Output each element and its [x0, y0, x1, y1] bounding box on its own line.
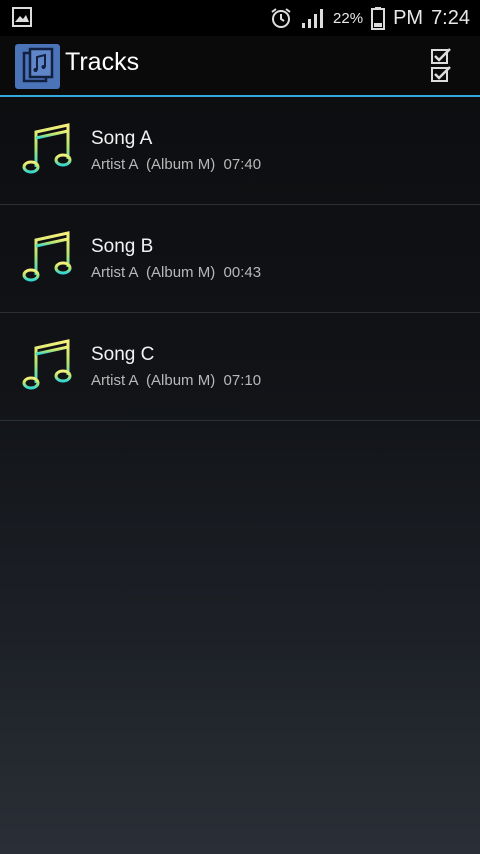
signal-icon	[302, 9, 324, 28]
music-app-icon[interactable]	[15, 44, 60, 89]
music-note-icon	[22, 123, 72, 174]
track-row[interactable]: Song C Artist A (Album M) 07:10	[0, 313, 480, 421]
track-artist: Artist A	[91, 156, 138, 173]
track-title: Song C	[91, 344, 155, 365]
battery-percent: 22%	[333, 9, 364, 27]
track-album: (Album M)	[146, 264, 216, 281]
music-app-glyph-icon	[22, 47, 54, 83]
track-meta: Artist A (Album M) 07:10	[91, 372, 261, 389]
action-bar: Tracks	[0, 36, 480, 97]
status-time: 7:24	[431, 6, 470, 29]
track-meta: Artist A (Album M) 07:40	[91, 156, 261, 173]
track-title: Song B	[91, 236, 154, 257]
music-note-icon	[22, 339, 72, 390]
track-row[interactable]: Song B Artist A (Album M) 00:43	[0, 205, 480, 313]
music-note-icon	[22, 231, 72, 282]
track-list: Song A Artist A (Album M) 07:40 Song B A…	[0, 97, 480, 421]
battery-icon	[371, 7, 386, 30]
gallery-icon	[12, 7, 32, 27]
track-duration: 07:10	[223, 372, 262, 389]
track-duration: 07:40	[223, 156, 262, 173]
checklist-icon[interactable]	[428, 46, 458, 86]
track-album: (Album M)	[146, 372, 216, 389]
track-duration: 00:43	[223, 264, 262, 281]
track-row[interactable]: Song A Artist A (Album M) 07:40	[0, 97, 480, 205]
page-title: Tracks	[65, 48, 140, 76]
track-artist: Artist A	[91, 372, 138, 389]
track-album: (Album M)	[146, 156, 216, 173]
track-artist: Artist A	[91, 264, 138, 281]
status-am-pm: PM	[393, 6, 424, 29]
track-meta: Artist A (Album M) 00:43	[91, 264, 261, 281]
alarm-icon	[271, 8, 291, 28]
track-title: Song A	[91, 128, 153, 149]
status-bar: 22% PM 7:24	[0, 0, 480, 36]
